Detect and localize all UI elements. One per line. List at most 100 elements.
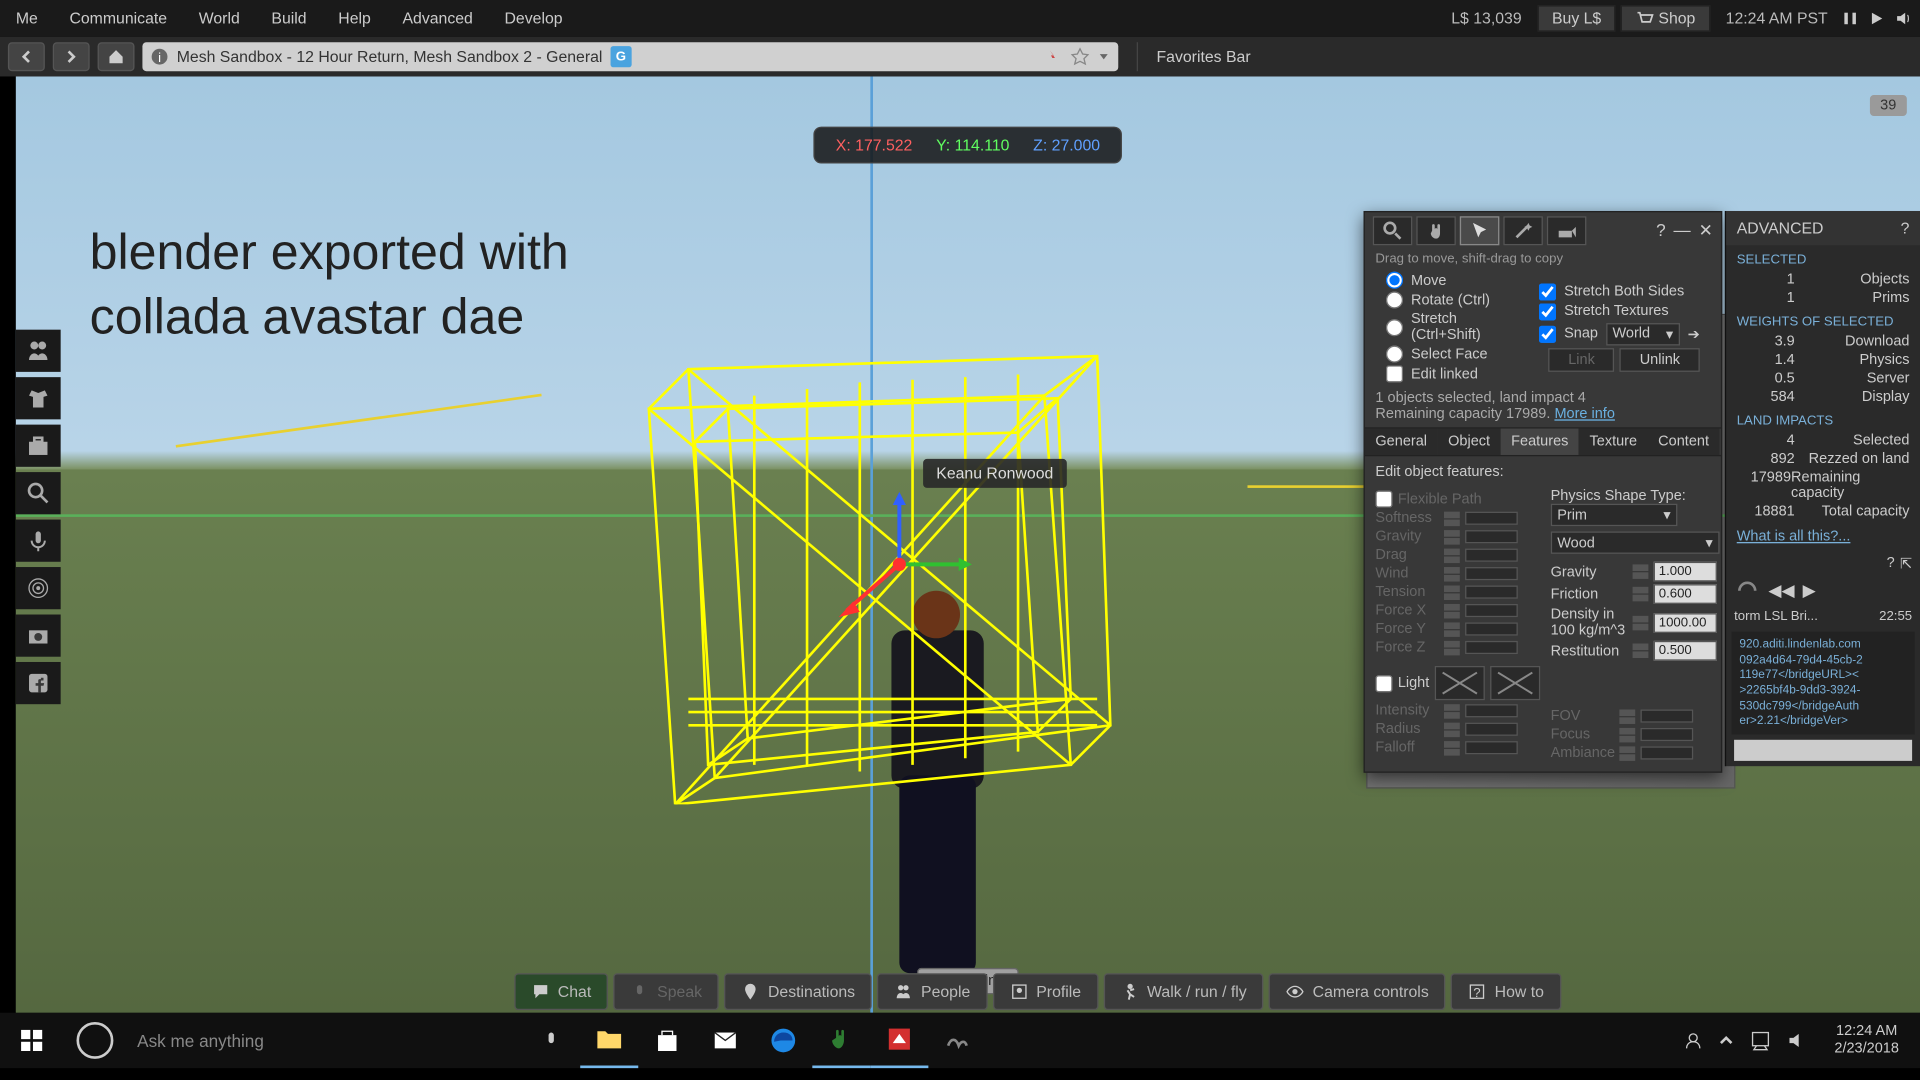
- menu-build[interactable]: Build: [256, 9, 323, 27]
- nav-forward-button[interactable]: [53, 42, 90, 71]
- forcey-spinner[interactable]: [1444, 622, 1460, 637]
- gravity-spinner[interactable]: [1632, 564, 1648, 579]
- speak-button[interactable]: Speak: [614, 973, 720, 1010]
- flex-gravity-slider[interactable]: [1465, 530, 1518, 543]
- forcex-slider[interactable]: [1465, 604, 1518, 617]
- tab-object[interactable]: Object: [1438, 429, 1501, 455]
- softness-spinner[interactable]: [1444, 511, 1460, 526]
- stretch-radio[interactable]: Stretch (Ctrl+Shift): [1375, 310, 1520, 344]
- script-input[interactable]: [1734, 740, 1912, 761]
- menu-me[interactable]: Me: [0, 9, 54, 27]
- restitution-input[interactable]: [1653, 641, 1716, 661]
- focus-spinner[interactable]: [1619, 728, 1635, 743]
- radius-slider[interactable]: [1465, 723, 1518, 736]
- people-tray-icon[interactable]: [1684, 1031, 1702, 1049]
- profile-button[interactable]: Profile: [993, 973, 1099, 1010]
- snapshot-button[interactable]: [16, 615, 61, 657]
- chat-button[interactable]: Chat: [514, 973, 608, 1010]
- voice-button[interactable]: [16, 520, 61, 562]
- forcey-slider[interactable]: [1465, 622, 1518, 635]
- volume-icon[interactable]: [1894, 9, 1912, 27]
- taskbar-app[interactable]: [928, 1013, 986, 1068]
- radar-button[interactable]: [16, 567, 61, 609]
- taskbar-mic[interactable]: [522, 1013, 580, 1068]
- people-button[interactable]: People: [878, 973, 988, 1010]
- snap-mode-select[interactable]: World▾: [1606, 322, 1680, 344]
- move-tool[interactable]: [1416, 216, 1456, 245]
- fov-spinner[interactable]: [1619, 709, 1635, 724]
- restitution-spinner[interactable]: [1632, 644, 1648, 659]
- friction-input[interactable]: [1653, 584, 1716, 604]
- camera-controls-button[interactable]: Camera controls: [1269, 973, 1446, 1010]
- inventory-button[interactable]: [16, 425, 61, 467]
- chevron-up-icon[interactable]: [1718, 1033, 1734, 1049]
- falloff-slider[interactable]: [1465, 741, 1518, 754]
- stretch-tex-check[interactable]: Stretch Textures: [1528, 301, 1710, 321]
- shop-button[interactable]: Shop: [1621, 5, 1710, 32]
- appearance-button[interactable]: [16, 377, 61, 419]
- cortana-button[interactable]: [63, 1013, 126, 1068]
- drag-slider[interactable]: [1465, 549, 1518, 562]
- light-texture-swatch[interactable]: [1490, 666, 1540, 700]
- forcez-spinner[interactable]: [1444, 640, 1460, 655]
- help-icon[interactable]: ?: [1901, 219, 1910, 237]
- search-button[interactable]: [16, 472, 61, 514]
- ambiance-slider[interactable]: [1640, 747, 1693, 760]
- tension-spinner[interactable]: [1444, 585, 1460, 600]
- avatar-button[interactable]: [16, 330, 61, 372]
- edit-linked-check[interactable]: Edit linked: [1375, 364, 1520, 384]
- taskbar-secondlife[interactable]: [812, 1013, 870, 1068]
- rotate-radio[interactable]: Rotate (Ctrl): [1375, 290, 1520, 310]
- start-button[interactable]: [0, 1013, 63, 1068]
- menu-advanced[interactable]: Advanced: [387, 9, 489, 27]
- create-tool[interactable]: [1503, 216, 1543, 245]
- menu-help[interactable]: Help: [322, 9, 386, 27]
- falloff-spinner[interactable]: [1444, 740, 1460, 755]
- gravity-input[interactable]: [1653, 562, 1716, 582]
- select-face-radio[interactable]: Select Face: [1375, 344, 1520, 364]
- volume-icon[interactable]: [1787, 1030, 1808, 1051]
- help-icon[interactable]: ?: [1656, 220, 1666, 241]
- taskbar-explorer[interactable]: [580, 1013, 638, 1068]
- softness-slider[interactable]: [1465, 512, 1518, 525]
- location-bar[interactable]: i Mesh Sandbox - 12 Hour Return, Mesh Sa…: [142, 42, 1118, 71]
- snap-arrow-icon[interactable]: ➔: [1688, 325, 1700, 342]
- physics-shape-select[interactable]: Prim▾: [1551, 504, 1678, 526]
- edit-tool[interactable]: [1460, 216, 1500, 245]
- forcez-slider[interactable]: [1465, 641, 1518, 654]
- density-spinner[interactable]: [1632, 615, 1648, 630]
- menu-world[interactable]: World: [183, 9, 256, 27]
- forcex-spinner[interactable]: [1444, 603, 1460, 618]
- how-to-button[interactable]: ?How to: [1451, 973, 1561, 1010]
- tab-general[interactable]: General: [1365, 429, 1438, 455]
- facebook-button[interactable]: [16, 662, 61, 704]
- refresh-icon[interactable]: [1734, 578, 1760, 604]
- friction-spinner[interactable]: [1632, 587, 1648, 602]
- move-radio[interactable]: Move: [1375, 270, 1520, 290]
- drag-spinner[interactable]: [1444, 548, 1460, 563]
- tension-slider[interactable]: [1465, 586, 1518, 599]
- flexible-path-check[interactable]: Flexible Path: [1375, 491, 1540, 508]
- script-undock-icon[interactable]: ⇱: [1900, 555, 1912, 572]
- nav-home-button[interactable]: [98, 42, 135, 71]
- buy-linden-button[interactable]: Buy L$: [1537, 5, 1615, 31]
- focus-slider[interactable]: [1640, 728, 1693, 741]
- media-pause-icon[interactable]: [1841, 9, 1859, 27]
- close-icon[interactable]: ✕: [1699, 220, 1713, 241]
- tab-content[interactable]: Content: [1648, 429, 1720, 455]
- ambiance-spinner[interactable]: [1619, 746, 1635, 761]
- nav-back-button[interactable]: [8, 42, 45, 71]
- what-is-this-link[interactable]: What is all this?...: [1737, 529, 1851, 545]
- material-select[interactable]: Wood▾: [1551, 531, 1720, 553]
- unlink-button[interactable]: Unlink: [1620, 347, 1700, 371]
- notification-icon[interactable]: [1750, 1030, 1771, 1051]
- stretch-both-check[interactable]: Stretch Both Sides: [1528, 282, 1710, 302]
- radius-spinner[interactable]: [1444, 722, 1460, 737]
- taskbar-search[interactable]: Ask me anything: [127, 1021, 523, 1061]
- menu-communicate[interactable]: Communicate: [54, 9, 183, 27]
- minimize-icon[interactable]: —: [1674, 220, 1691, 241]
- menu-develop[interactable]: Develop: [489, 9, 579, 27]
- taskbar-store[interactable]: [638, 1013, 696, 1068]
- taskbar-mail[interactable]: [696, 1013, 754, 1068]
- destinations-button[interactable]: Destinations: [724, 973, 872, 1010]
